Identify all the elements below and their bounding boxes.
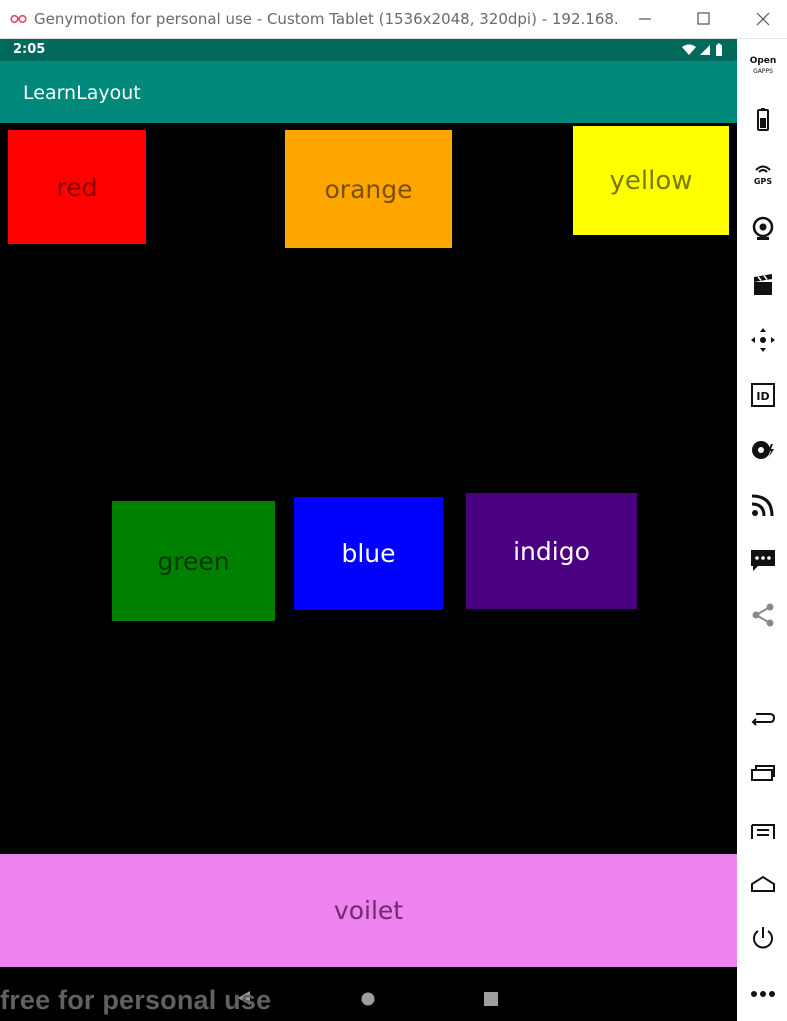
app-bar: LearnLayout	[0, 61, 737, 123]
genymotion-logo-icon	[10, 11, 28, 25]
network-icon[interactable]	[750, 492, 776, 518]
menu-icon[interactable]	[750, 815, 776, 841]
close-icon[interactable]	[752, 8, 774, 30]
capture-icon[interactable]	[750, 272, 776, 298]
yellow-box: yellow	[573, 126, 729, 235]
share-icon[interactable]	[750, 602, 776, 628]
open-gapps-icon[interactable]: Open GAPPS	[750, 53, 776, 79]
identifiers-icon[interactable]: ID	[750, 382, 776, 408]
genymotion-sidebar: Open GAPPS GPS ID	[737, 39, 787, 1021]
app-title: LearnLayout	[23, 82, 141, 104]
battery-icon	[716, 43, 722, 56]
home-icon[interactable]	[750, 870, 776, 896]
recents-icon[interactable]	[484, 991, 498, 1010]
battery-widget-icon[interactable]	[750, 106, 776, 132]
green-box-label: green	[157, 546, 230, 576]
window-title: Genymotion for personal use - Custom Tab…	[34, 10, 619, 28]
sms-icon[interactable]	[750, 547, 776, 573]
voilet-box-label: voilet	[333, 896, 404, 925]
navigation-icon[interactable]	[750, 327, 776, 353]
red-box: red	[8, 130, 146, 244]
signal-icon	[700, 45, 710, 55]
red-box-label: red	[56, 172, 98, 202]
blue-box: blue	[294, 497, 443, 610]
webcam-icon[interactable]	[750, 216, 776, 242]
wifi-icon	[682, 44, 696, 55]
home-icon[interactable]	[361, 991, 375, 1010]
watermark: free for personal use	[0, 985, 272, 1015]
indigo-box: indigo	[466, 493, 637, 609]
voilet-box: voilet	[0, 854, 737, 967]
more-icon[interactable]	[750, 981, 776, 1007]
recent-apps-icon[interactable]	[750, 759, 776, 785]
gps-label: GPS	[754, 177, 772, 186]
back-icon[interactable]	[750, 704, 776, 730]
content-area: red orange yellow green blue indigo voil…	[0, 123, 737, 969]
disk-io-icon[interactable]	[750, 437, 776, 463]
yellow-box-label: yellow	[609, 165, 693, 196]
blue-box-label: blue	[341, 539, 396, 568]
id-label: ID	[756, 390, 769, 403]
status-bar: 2:05	[0, 39, 737, 61]
minimize-icon[interactable]	[634, 8, 656, 30]
green-box: green	[112, 501, 275, 621]
gps-widget-icon[interactable]: GPS	[750, 161, 776, 187]
maximize-icon[interactable]	[692, 8, 714, 30]
orange-box-label: orange	[324, 174, 413, 204]
status-time: 2:05	[13, 42, 46, 57]
status-icons	[681, 43, 725, 57]
indigo-box-label: indigo	[513, 536, 590, 566]
window-titlebar: Genymotion for personal use - Custom Tab…	[0, 0, 787, 39]
power-icon[interactable]	[750, 925, 776, 951]
open-gapps-line2: GAPPS	[753, 68, 773, 75]
orange-box: orange	[285, 130, 452, 248]
open-gapps-line1: Open	[750, 56, 776, 66]
